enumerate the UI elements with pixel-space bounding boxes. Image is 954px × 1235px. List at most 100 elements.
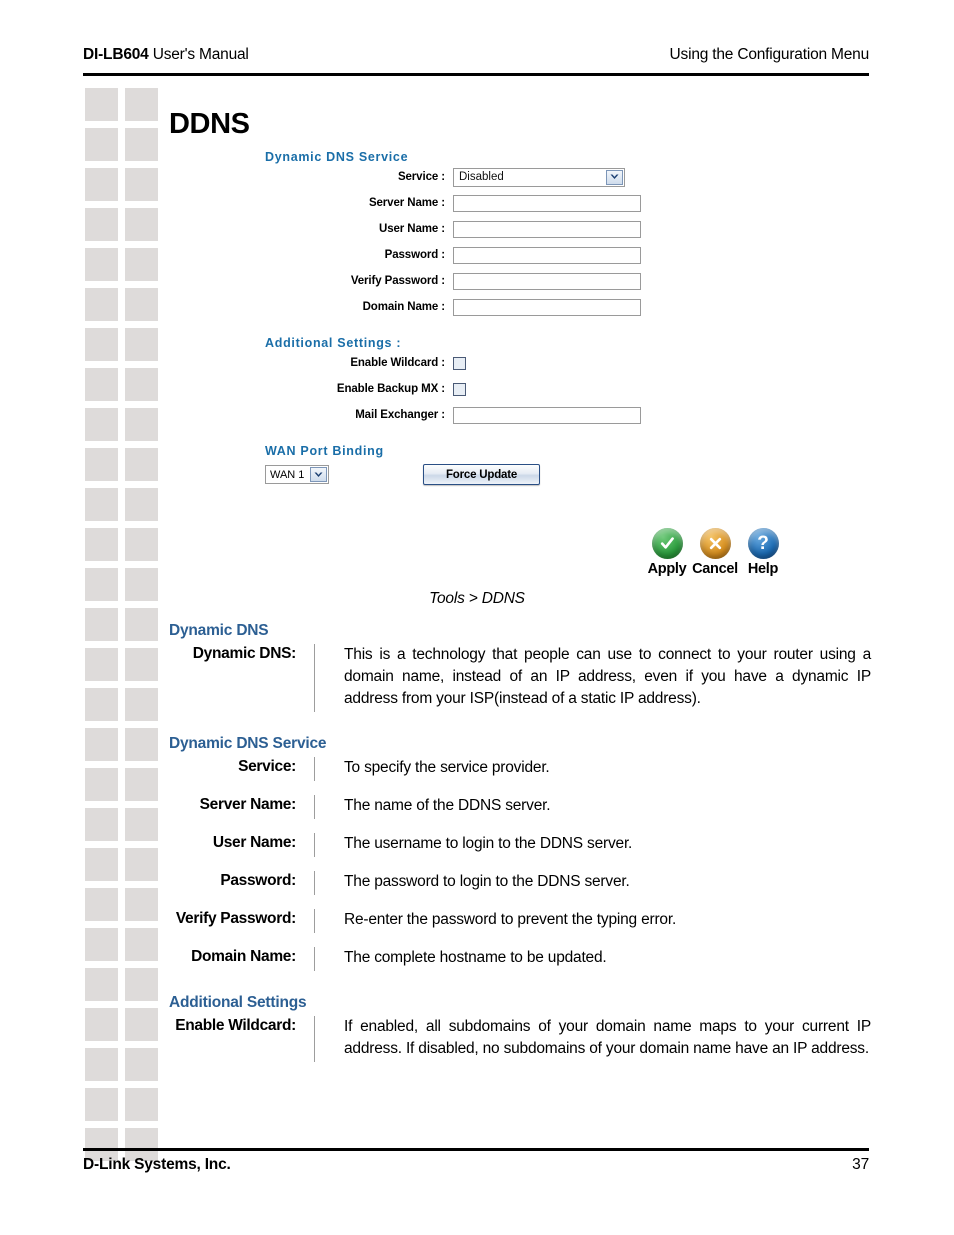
password-input[interactable] — [453, 246, 641, 264]
apply-label: Apply — [647, 561, 687, 577]
manual-title: DI-LB604 User's Manual — [83, 46, 249, 64]
decorative-square — [125, 848, 158, 881]
wan-port-select-value: WAN 1 — [270, 468, 305, 481]
apply-button[interactable]: Apply — [643, 528, 691, 577]
mail-exchanger-label: Mail Exchanger : — [355, 409, 445, 421]
decorative-square — [125, 488, 158, 521]
decorative-square — [125, 88, 158, 121]
definition-row: Enable Wildcard: If enabled, all subdoma… — [169, 1016, 871, 1062]
form-row-enable-backup-mx: Enable Backup MX : — [265, 376, 795, 402]
decorative-square-column-right — [125, 88, 158, 1168]
definition-term: Service: — [238, 758, 296, 775]
action-button-group: Apply Cancel ? Help — [643, 528, 787, 577]
decorative-square — [125, 608, 158, 641]
decorative-square — [85, 368, 118, 401]
enable-wildcard-label: Enable Wildcard : — [350, 357, 445, 369]
decorative-square — [125, 328, 158, 361]
definition-row: Password: The password to login to the D… — [169, 871, 871, 895]
form-row-password: Password : — [265, 242, 795, 268]
decorative-square-column-left — [85, 88, 118, 1168]
decorative-square — [125, 248, 158, 281]
server-name-label: Server Name : — [368, 197, 445, 209]
definition-description: The password to login to the DDNS server… — [314, 871, 871, 895]
definition-description: If enabled, all subdomains of your domai… — [314, 1016, 871, 1062]
decorative-square — [125, 168, 158, 201]
definition-row: Verify Password: Re-enter the password t… — [169, 909, 871, 933]
decorative-square — [125, 1088, 158, 1121]
decorative-square — [85, 208, 118, 241]
definition-description: The username to login to the DDNS server… — [314, 833, 871, 857]
server-name-input[interactable] — [453, 194, 641, 212]
cancel-button[interactable]: Cancel — [691, 528, 739, 577]
figure-caption: Tools > DDNS — [429, 590, 525, 607]
decorative-square — [85, 1008, 118, 1041]
definition-term: Dynamic DNS: — [192, 645, 297, 662]
cancel-label: Cancel — [692, 561, 738, 577]
decorative-square — [85, 128, 118, 161]
domain-name-label: Domain Name : — [362, 301, 446, 313]
page-number: 37 — [852, 1156, 869, 1173]
header-section-title: Using the Configuration Menu — [669, 46, 870, 63]
section-dynamic-dns: Dynamic DNS Dynamic DNS: This is a techn… — [169, 622, 871, 712]
decorative-square — [85, 608, 118, 641]
force-update-button[interactable]: Force Update — [423, 464, 540, 485]
description-sections: Dynamic DNS Dynamic DNS: This is a techn… — [169, 622, 871, 1076]
form-row-service: Service : Disabled — [265, 164, 795, 190]
enable-wildcard-checkbox[interactable] — [453, 356, 466, 370]
decorative-square — [85, 448, 118, 481]
decorative-square — [85, 928, 118, 961]
footer-company: D-Link Systems, Inc. — [83, 1156, 231, 1173]
question-circle-icon: ? — [747, 528, 779, 559]
form-row-domain-name: Domain Name : — [265, 294, 795, 320]
definition-term: Enable Wildcard: — [175, 1017, 296, 1034]
domain-name-input[interactable] — [453, 298, 641, 316]
mail-exchanger-input[interactable] — [453, 406, 641, 424]
definition-term: Password: — [220, 872, 296, 889]
decorative-square — [85, 768, 118, 801]
help-button[interactable]: ? Help — [739, 528, 787, 577]
definition-term: Domain Name: — [191, 948, 296, 965]
definition-row: Dynamic DNS: This is a technology that p… — [169, 644, 871, 712]
enable-backup-mx-checkbox[interactable] — [453, 382, 466, 396]
service-select[interactable]: Disabled — [453, 167, 625, 187]
definition-term: User Name: — [212, 834, 296, 851]
user-name-input[interactable] — [453, 220, 641, 238]
decorative-square — [85, 888, 118, 921]
definition-description: To specify the service provider. — [314, 757, 871, 781]
wan-port-binding-heading: WAN Port Binding — [265, 444, 384, 458]
definition-row: User Name: The username to login to the … — [169, 833, 871, 857]
page-title: DDNS — [169, 108, 250, 140]
definition-term: Verify Password: — [175, 910, 296, 927]
dynamic-dns-service-heading: Dynamic DNS Service — [265, 150, 409, 164]
decorative-square — [125, 448, 158, 481]
wan-port-select[interactable]: WAN 1 — [265, 465, 329, 484]
verify-password-label: Verify Password : — [350, 275, 445, 287]
decorative-square — [85, 648, 118, 681]
definition-term: Server Name: — [199, 796, 297, 813]
decorative-square — [85, 808, 118, 841]
decorative-square — [85, 688, 118, 721]
wan-port-binding-row: WAN 1 Force Update — [265, 464, 795, 485]
enable-backup-mx-label: Enable Backup MX : — [336, 383, 445, 395]
decorative-square — [125, 928, 158, 961]
decorative-square — [85, 488, 118, 521]
decorative-square — [125, 1048, 158, 1081]
decorative-square — [85, 848, 118, 881]
chevron-down-icon[interactable] — [606, 169, 623, 185]
decorative-square — [85, 328, 118, 361]
decorative-square — [85, 248, 118, 281]
manual-title-rest: User's Manual — [148, 46, 249, 63]
decorative-square — [85, 88, 118, 121]
chevron-down-icon[interactable] — [310, 467, 327, 482]
verify-password-input[interactable] — [453, 272, 641, 290]
form-row-mail-exchanger: Mail Exchanger : — [265, 402, 795, 428]
x-circle-icon — [699, 528, 731, 559]
check-circle-icon — [651, 528, 683, 559]
decorative-square — [125, 288, 158, 321]
decorative-square — [125, 728, 158, 761]
decorative-square — [85, 408, 118, 441]
decorative-square — [125, 528, 158, 561]
